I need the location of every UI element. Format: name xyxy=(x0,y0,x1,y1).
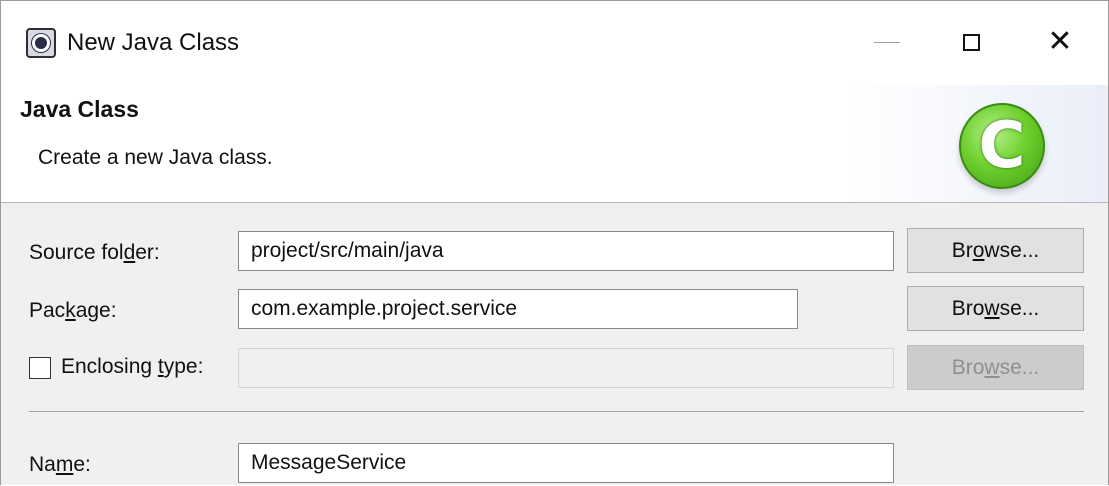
header-banner: Java Class Create a new Java class. C xyxy=(1,85,1108,203)
name-label: Name: xyxy=(29,453,91,476)
enclosing-type-checkbox[interactable] xyxy=(29,357,51,379)
minimize-icon xyxy=(874,41,900,43)
source-folder-browse-button[interactable]: Browse... xyxy=(907,228,1084,273)
page-title: Java Class xyxy=(20,96,139,122)
class-form: Source folder: project/src/main/java Bro… xyxy=(1,203,1108,486)
java-class-icon: C xyxy=(959,103,1045,189)
close-button[interactable]: ✕ xyxy=(1030,19,1090,65)
source-folder-field[interactable]: project/src/main/java xyxy=(238,231,894,271)
close-icon: ✕ xyxy=(1047,25,1073,58)
package-field[interactable]: com.example.project.service xyxy=(238,289,798,329)
enclosing-type-label: Enclosing type: xyxy=(61,355,204,378)
source-folder-label: Source folder: xyxy=(29,241,160,264)
window-title: New Java Class xyxy=(67,29,240,56)
enclosing-type-browse-button: Browse... xyxy=(907,345,1084,390)
maximize-button[interactable] xyxy=(941,19,1001,65)
maximize-icon xyxy=(962,33,980,51)
form-separator xyxy=(29,411,1084,412)
new-java-class-dialog: New Java Class ✕ Java Class Create a new… xyxy=(0,0,1109,485)
page-description: Create a new Java class. xyxy=(38,146,273,169)
package-label: Package: xyxy=(29,299,117,322)
class-name-field[interactable]: MessageService xyxy=(238,443,894,483)
eclipse-app-icon xyxy=(26,28,56,58)
enclosing-type-field xyxy=(238,348,894,388)
title-bar[interactable]: New Java Class ✕ xyxy=(1,1,1108,85)
package-browse-button[interactable]: Browse... xyxy=(907,286,1084,331)
minimize-button[interactable] xyxy=(857,19,917,65)
